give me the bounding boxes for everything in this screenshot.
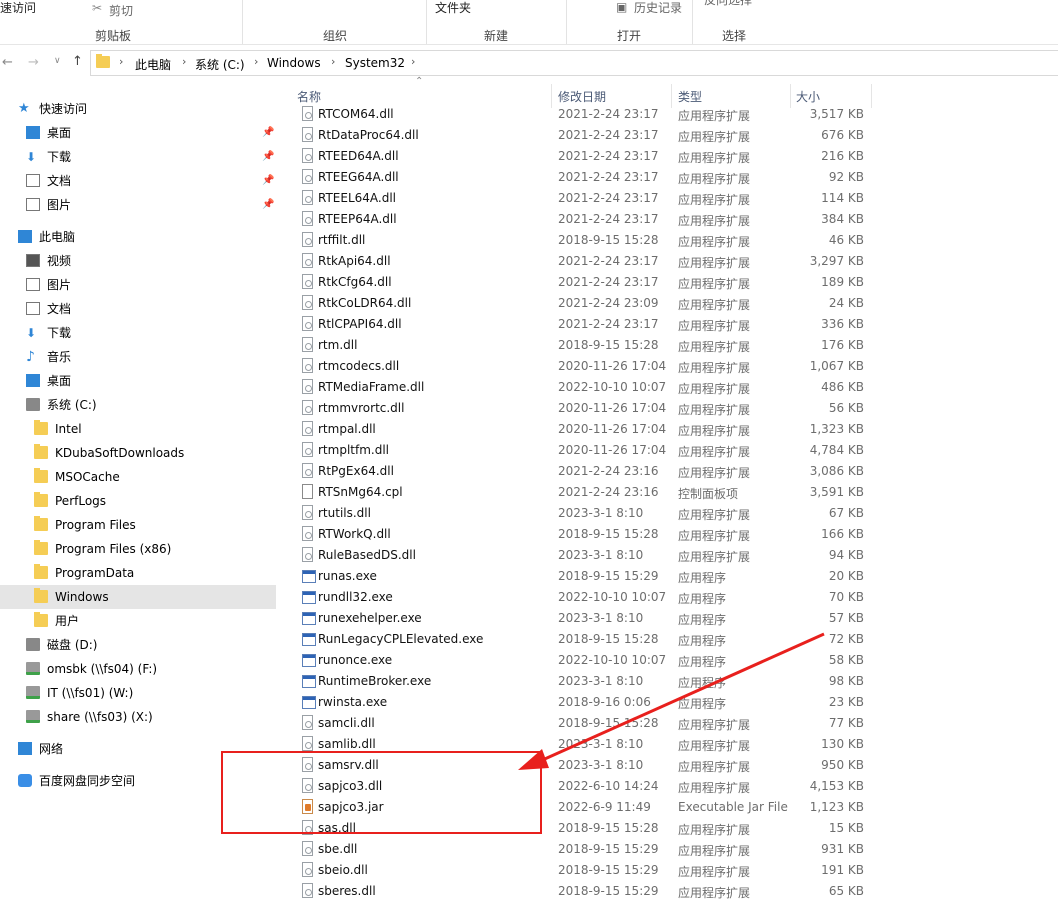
arrow-shaft (537, 632, 825, 764)
annotation-arrow (518, 632, 825, 770)
arrow-head (518, 749, 549, 770)
